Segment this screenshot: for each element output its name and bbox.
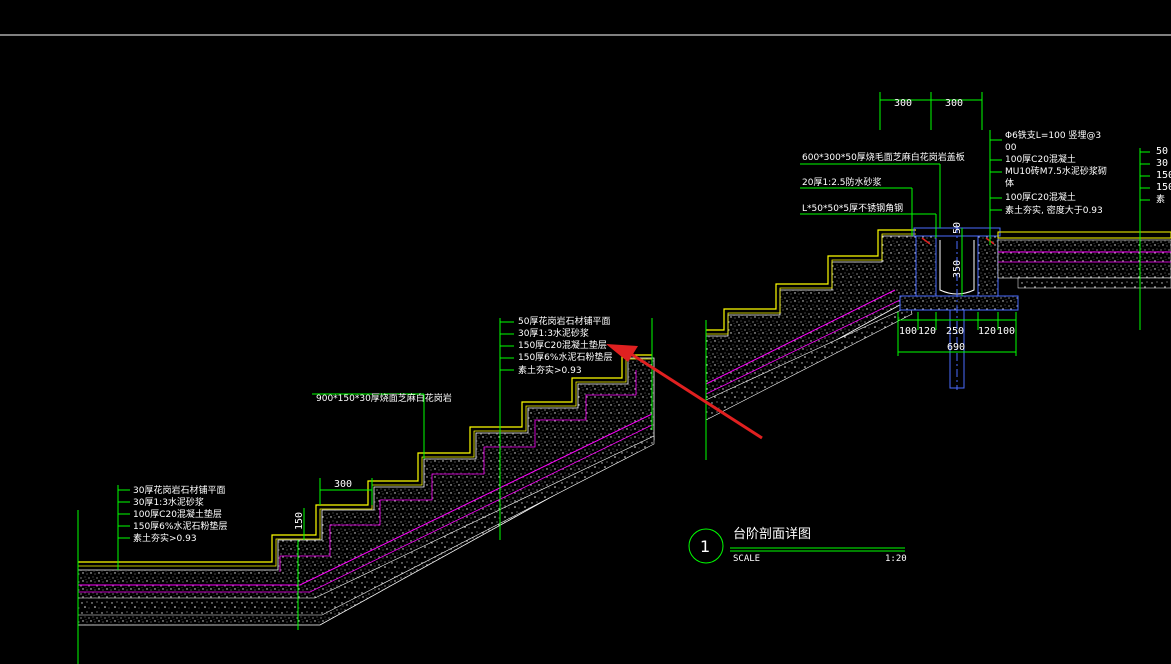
scale-value: 1:20: [885, 554, 907, 564]
dim-bottom-1: 100: [899, 326, 917, 337]
dim-riser-150: 150: [294, 512, 305, 530]
right-edge-5: 素: [1156, 193, 1165, 205]
left-layer-4: 150厚6%水泥石粉垫层: [133, 520, 227, 532]
upper-stair: [705, 229, 917, 421]
right-edge-labels: 50 30 150 150 素: [1156, 146, 1171, 205]
drain-base: [899, 295, 1019, 311]
drain-wall-right: [977, 235, 999, 297]
detail-number: 1: [700, 537, 710, 556]
right-edge-4: 150: [1156, 182, 1171, 193]
dim-50: 50: [952, 222, 963, 234]
mid-layer-1: 50厚花岗岩石材铺平面: [518, 315, 610, 327]
dim-top-300-b: 300: [945, 98, 963, 109]
right-paving-surface: [997, 231, 1171, 239]
mid-layer-3: 150厚C20混凝土垫层: [518, 339, 607, 351]
bottom-dimensions: 100 120 250 120 100: [899, 326, 1015, 337]
left-layer-2: 30厚1:3水泥砂浆: [133, 496, 204, 508]
right-edge-3: 150: [1156, 170, 1171, 181]
dim-bottom-4: 120: [978, 326, 996, 337]
left-layer-3: 100厚C20混凝土垫层: [133, 508, 222, 520]
right-paving-concrete: [997, 239, 1171, 279]
right-layer-1: Φ6铁支L=100 竖埋@3: [1005, 129, 1101, 141]
right-paving: [997, 231, 1171, 289]
step-material-label: 900*150*30厚烧面芝麻白花岗岩: [316, 392, 452, 404]
right-layer-7: 素土夯实, 密度大于0.93: [1005, 204, 1103, 216]
waterproof-label: 20厚1:2.5防水砂浆: [802, 176, 882, 188]
right-layer-5: 体: [1005, 177, 1014, 189]
dim-top-300-a: 300: [894, 98, 912, 109]
dim-tread-300: 300: [334, 479, 352, 490]
dim-total-690: 690: [947, 342, 965, 353]
dim-bottom-5: 100: [997, 326, 1015, 337]
dim-bottom-2: 120: [918, 326, 936, 337]
right-layer-6: 100厚C20混凝土: [1005, 191, 1076, 203]
dim-bottom-3: 250: [946, 326, 964, 337]
right-layer-4: MU10砖M7.5水泥砂浆砌: [1005, 165, 1107, 177]
cad-drawing: 30厚花岗岩石材铺平面 30厚1:3水泥砂浆 100厚C20混凝土垫层 150厚…: [0, 34, 1171, 664]
drain-cover-label: 600*300*50厚烧毛面芝麻白花岗岩盖板: [802, 151, 965, 163]
right-layer-2: 00: [1005, 143, 1017, 153]
right-layer-3: 100厚C20混凝土: [1005, 153, 1076, 165]
angle-steel-label: L*50*50*5厚不锈钢角钢: [802, 202, 903, 214]
mid-layer-2: 30厚1:3水泥砂浆: [518, 327, 589, 339]
mid-layer-4: 150厚6%水泥石粉垫层: [518, 351, 612, 363]
right-edge-2: 30: [1156, 158, 1168, 169]
drain-wall-left: [915, 235, 937, 297]
right-gravel: [1017, 277, 1171, 289]
detail-title: 台阶剖面详图: [733, 527, 811, 542]
right-layer-labels: Φ6铁支L=100 竖埋@3 00 100厚C20混凝土 MU10砖M7.5水泥…: [1005, 129, 1107, 216]
left-layer-labels: 30厚花岗岩石材铺平面 30厚1:3水泥砂浆 100厚C20混凝土垫层 150厚…: [133, 484, 227, 544]
mid-layer-5: 素土夯实>0.93: [518, 364, 582, 376]
mid-layer-labels: 50厚花岗岩石材铺平面 30厚1:3水泥砂浆 150厚C20混凝土垫层 150厚…: [518, 315, 612, 376]
right-edge-1: 50: [1156, 146, 1168, 157]
dim-350: 350: [952, 260, 963, 278]
left-layer-1: 30厚花岗岩石材铺平面: [133, 484, 225, 496]
left-layer-5: 素土夯实>0.93: [133, 532, 197, 544]
scale-label: SCALE: [733, 554, 760, 564]
